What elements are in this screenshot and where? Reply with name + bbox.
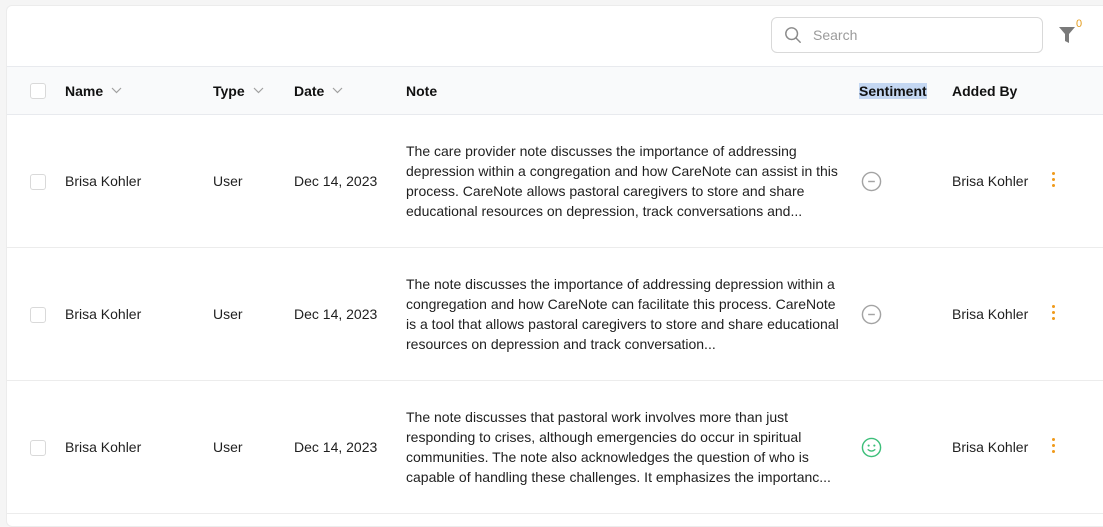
column-header-sentiment: Sentiment — [859, 82, 927, 99]
chevron-down-icon — [111, 87, 122, 94]
row-checkbox[interactable] — [30, 439, 46, 456]
cell-name: Brisa Kohler — [65, 439, 142, 455]
cell-note: The care provider note discusses the imp… — [406, 143, 838, 219]
cell-added-by: Brisa Kohler — [952, 439, 1029, 455]
select-all-checkbox[interactable] — [30, 83, 46, 100]
row-actions-menu-icon[interactable] — [1051, 305, 1057, 323]
column-header-type[interactable]: Type — [213, 67, 294, 115]
positive-sentiment-smiley-icon — [861, 437, 882, 457]
cell-added-by: Brisa Kohler — [952, 306, 1029, 322]
neutral-sentiment-icon — [861, 171, 882, 191]
cell-date: Dec 14, 2023 — [294, 306, 378, 322]
notes-panel: 0 Name Type Date Note Sentiment Added By — [6, 5, 1103, 527]
cell-date: Dec 14, 2023 — [294, 439, 378, 455]
neutral-sentiment-icon — [861, 304, 882, 324]
table-row[interactable]: Brisa Kohler User Dec 14, 2023 The note … — [7, 381, 1103, 514]
filter-count-badge: 0 — [1076, 18, 1083, 30]
notes-table: Name Type Date Note Sentiment Added By B… — [7, 66, 1103, 514]
chevron-down-icon — [253, 87, 264, 94]
cell-type: User — [213, 306, 243, 322]
cell-type: User — [213, 439, 243, 455]
column-header-date[interactable]: Date — [294, 67, 406, 115]
cell-name: Brisa Kohler — [65, 173, 142, 189]
search-box[interactable] — [771, 17, 1043, 53]
row-checkbox[interactable] — [30, 173, 46, 190]
column-header-note: Note — [406, 82, 438, 99]
table-row[interactable]: Brisa Kohler User Dec 14, 2023 The note … — [7, 248, 1103, 381]
row-checkbox[interactable] — [30, 306, 46, 323]
table-row[interactable]: Brisa Kohler User Dec 14, 2023 The care … — [7, 115, 1103, 248]
column-header-name[interactable]: Name — [65, 67, 213, 115]
filter-icon — [1059, 27, 1075, 43]
cell-type: User — [213, 173, 243, 189]
cell-note: The note discusses the importance of add… — [406, 276, 839, 352]
cell-note: The note discusses that pastoral work in… — [406, 409, 831, 485]
search-input[interactable] — [811, 26, 1035, 44]
row-actions-menu-icon[interactable] — [1051, 438, 1057, 456]
toolbar: 0 — [7, 6, 1103, 66]
row-actions-menu-icon[interactable] — [1051, 172, 1057, 190]
filter-button[interactable]: 0 — [1059, 18, 1082, 48]
chevron-down-icon — [332, 87, 343, 94]
table-header: Name Type Date Note Sentiment Added By — [7, 66, 1103, 115]
search-icon — [785, 27, 801, 43]
cell-name: Brisa Kohler — [65, 306, 142, 322]
column-header-added-by: Added By — [952, 82, 1018, 99]
cell-date: Dec 14, 2023 — [294, 173, 378, 189]
cell-added-by: Brisa Kohler — [952, 173, 1029, 189]
